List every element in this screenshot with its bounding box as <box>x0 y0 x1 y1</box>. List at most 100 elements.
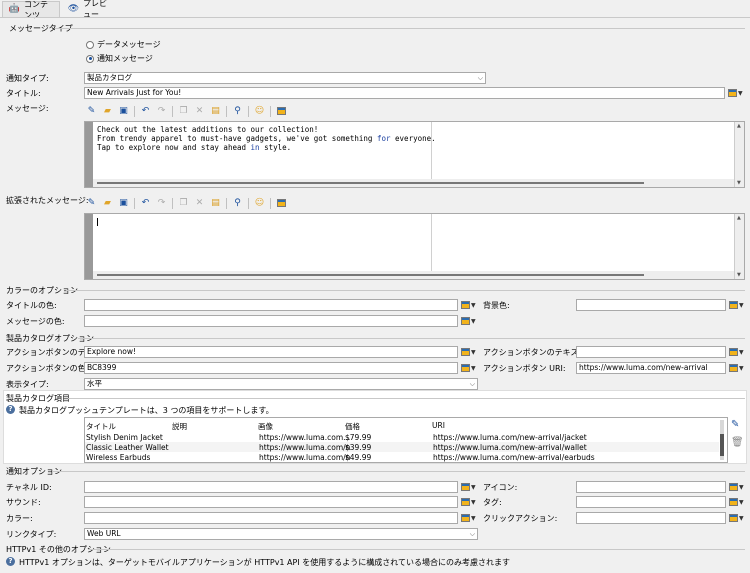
cell-price: $79.99 <box>345 433 372 442</box>
tag-picker[interactable]: ▼ <box>729 496 745 508</box>
title-color-label: タイトルの色: <box>6 301 57 310</box>
action-button-color-input[interactable]: BC8399 <box>84 362 458 374</box>
find-icon[interactable]: ⚲ <box>232 106 243 117</box>
tag-input[interactable] <box>576 496 726 508</box>
paste-icon[interactable]: ▤ <box>210 106 221 117</box>
insert-field-icon[interactable]: ✎ <box>86 106 97 117</box>
extended-h-scrollbar[interactable] <box>93 271 734 279</box>
info-icon: ? <box>6 405 15 414</box>
notification-type-select[interactable]: 製品カタログ ⌵ <box>84 72 486 84</box>
sound-label: サウンド: <box>6 498 41 507</box>
add-item-icon[interactable]: ✎ <box>731 419 739 430</box>
action-button-color-picker[interactable]: ▼ <box>461 362 477 374</box>
column-header-title[interactable]: タイトル <box>86 421 116 432</box>
radio-data-message-dot[interactable] <box>86 40 94 49</box>
message-color-input[interactable] <box>84 315 458 327</box>
message-color-picker[interactable]: ▼ <box>461 315 477 327</box>
extended-message-editor[interactable]: ▲ ▼ <box>84 213 745 280</box>
message-h-scrollbar[interactable] <box>93 179 734 187</box>
trash-icon[interactable]: 🗑 <box>731 437 744 448</box>
open-folder-icon[interactable]: ▰ <box>102 106 113 117</box>
sound-input[interactable] <box>84 496 458 508</box>
paste-icon[interactable]: ▤ <box>210 198 221 209</box>
icon-picker[interactable]: ▼ <box>729 481 745 493</box>
tab-preview[interactable]: 👁 プレビュー <box>62 0 118 19</box>
message-label: メッセージ: <box>6 104 49 113</box>
picker-icon <box>729 348 738 356</box>
tab-content[interactable]: 🤖 コンテンツ <box>2 0 60 20</box>
redo-icon[interactable]: ↷ <box>156 198 167 209</box>
picker-icon[interactable] <box>276 106 287 117</box>
table-scrollbar[interactable] <box>720 420 724 460</box>
action-button-text-input[interactable]: Explore now! <box>84 346 458 358</box>
chevron-down-icon: ▼ <box>471 364 476 372</box>
chevron-down-icon: ▼ <box>471 514 476 522</box>
link-type-label: リンクタイプ: <box>6 530 57 539</box>
chevron-down-icon: ⌵ <box>469 530 475 538</box>
redo-icon[interactable]: ↷ <box>156 106 167 117</box>
column-header-description[interactable]: 説明 <box>172 421 187 432</box>
channel-id-input[interactable] <box>84 481 458 493</box>
color-input[interactable] <box>84 512 458 524</box>
picker-icon <box>461 364 470 372</box>
sound-picker[interactable]: ▼ <box>461 496 477 508</box>
save-icon[interactable]: ▣ <box>118 106 129 117</box>
column-header-image[interactable]: 画像 <box>258 421 273 432</box>
radio-notification-message-dot[interactable] <box>86 54 94 63</box>
title-input[interactable]: New Arrivals Just for You! <box>84 87 725 99</box>
color-picker[interactable]: ▼ <box>461 512 477 524</box>
message-editor[interactable]: Check out the latest additions to our co… <box>84 121 745 188</box>
httpv1-info: HTTPv1 オプションは、ターゲットモバイルアプリケーションが HTTPv1 … <box>19 558 511 567</box>
picker-icon[interactable] <box>276 198 287 209</box>
extended-message-label: 拡張されたメッセージ: <box>6 196 89 205</box>
copy-icon[interactable]: ❐ <box>178 198 189 209</box>
action-button-text-color-picker[interactable]: ▼ <box>729 346 745 358</box>
action-button-text-color-input[interactable] <box>576 346 726 358</box>
link-type-select[interactable]: Web URL ⌵ <box>84 528 478 540</box>
message-toolbar: ✎ ▰ ▣ ↶ ↷ ❐ ✕ ▤ ⚲ ☺ <box>86 104 287 118</box>
delete-icon[interactable]: ✕ <box>194 106 205 117</box>
open-folder-icon[interactable]: ▰ <box>102 198 113 209</box>
insert-field-icon[interactable]: ✎ <box>86 198 97 209</box>
background-color-input[interactable] <box>576 299 726 311</box>
copy-icon[interactable]: ❐ <box>178 106 189 117</box>
channel-id-picker[interactable]: ▼ <box>461 481 477 493</box>
column-header-uri[interactable]: URI <box>432 421 445 430</box>
icon-input[interactable] <box>576 481 726 493</box>
delete-icon[interactable]: ✕ <box>194 198 205 209</box>
display-type-select[interactable]: 水平 ⌵ <box>84 378 478 390</box>
cell-image: https://www.luma.com/n <box>259 453 351 462</box>
icon-label: アイコン: <box>483 483 518 492</box>
radio-data-message[interactable]: データメッセージ <box>86 39 161 50</box>
click-action-input[interactable] <box>576 512 726 524</box>
find-icon[interactable]: ⚲ <box>232 198 243 209</box>
click-action-picker[interactable]: ▼ <box>729 512 745 524</box>
table-row[interactable]: Wireless Earbuds https://www.luma.com/n … <box>85 452 719 462</box>
chevron-down-icon: ▼ <box>471 348 476 356</box>
action-button-text-picker[interactable]: ▼ <box>461 346 477 358</box>
message-line-3: Tap to explore now and stay ahead in sty… <box>97 143 292 152</box>
table-row[interactable]: Stylish Denim Jacket https://www.luma.co… <box>85 432 719 442</box>
undo-icon[interactable]: ↶ <box>140 106 151 117</box>
table-row[interactable]: Classic Leather Wallet https://www.luma.… <box>85 442 719 452</box>
extended-scrollbar[interactable]: ▲ ▼ <box>734 214 744 279</box>
emoji-icon[interactable]: ☺ <box>254 198 265 209</box>
action-button-uri-input[interactable]: https://www.luma.com/new-arrival <box>576 362 726 374</box>
catalog-items-table[interactable]: タイトル 説明 画像 価格 URI Stylish Denim Jacket h… <box>84 417 728 463</box>
undo-icon[interactable]: ↶ <box>140 198 151 209</box>
title-picker[interactable]: ▼ <box>728 87 744 99</box>
action-button-uri-picker[interactable]: ▼ <box>729 362 745 374</box>
save-icon[interactable]: ▣ <box>118 198 129 209</box>
emoji-icon[interactable]: ☺ <box>254 106 265 117</box>
column-header-price[interactable]: 価格 <box>345 421 360 432</box>
title-color-input[interactable] <box>84 299 458 311</box>
background-color-picker[interactable]: ▼ <box>729 299 745 311</box>
message-color-label: メッセージの色: <box>6 317 65 326</box>
cell-title: Classic Leather Wallet <box>86 443 169 452</box>
radio-notification-message[interactable]: 通知メッセージ <box>86 53 153 64</box>
cell-image: https://www.luma.com... <box>259 433 351 442</box>
title-color-picker[interactable]: ▼ <box>461 299 477 311</box>
chevron-down-icon: ▼ <box>739 483 744 491</box>
message-line-1: Check out the latest additions to our co… <box>97 125 319 134</box>
message-scrollbar[interactable]: ▲ ▼ <box>734 122 744 187</box>
